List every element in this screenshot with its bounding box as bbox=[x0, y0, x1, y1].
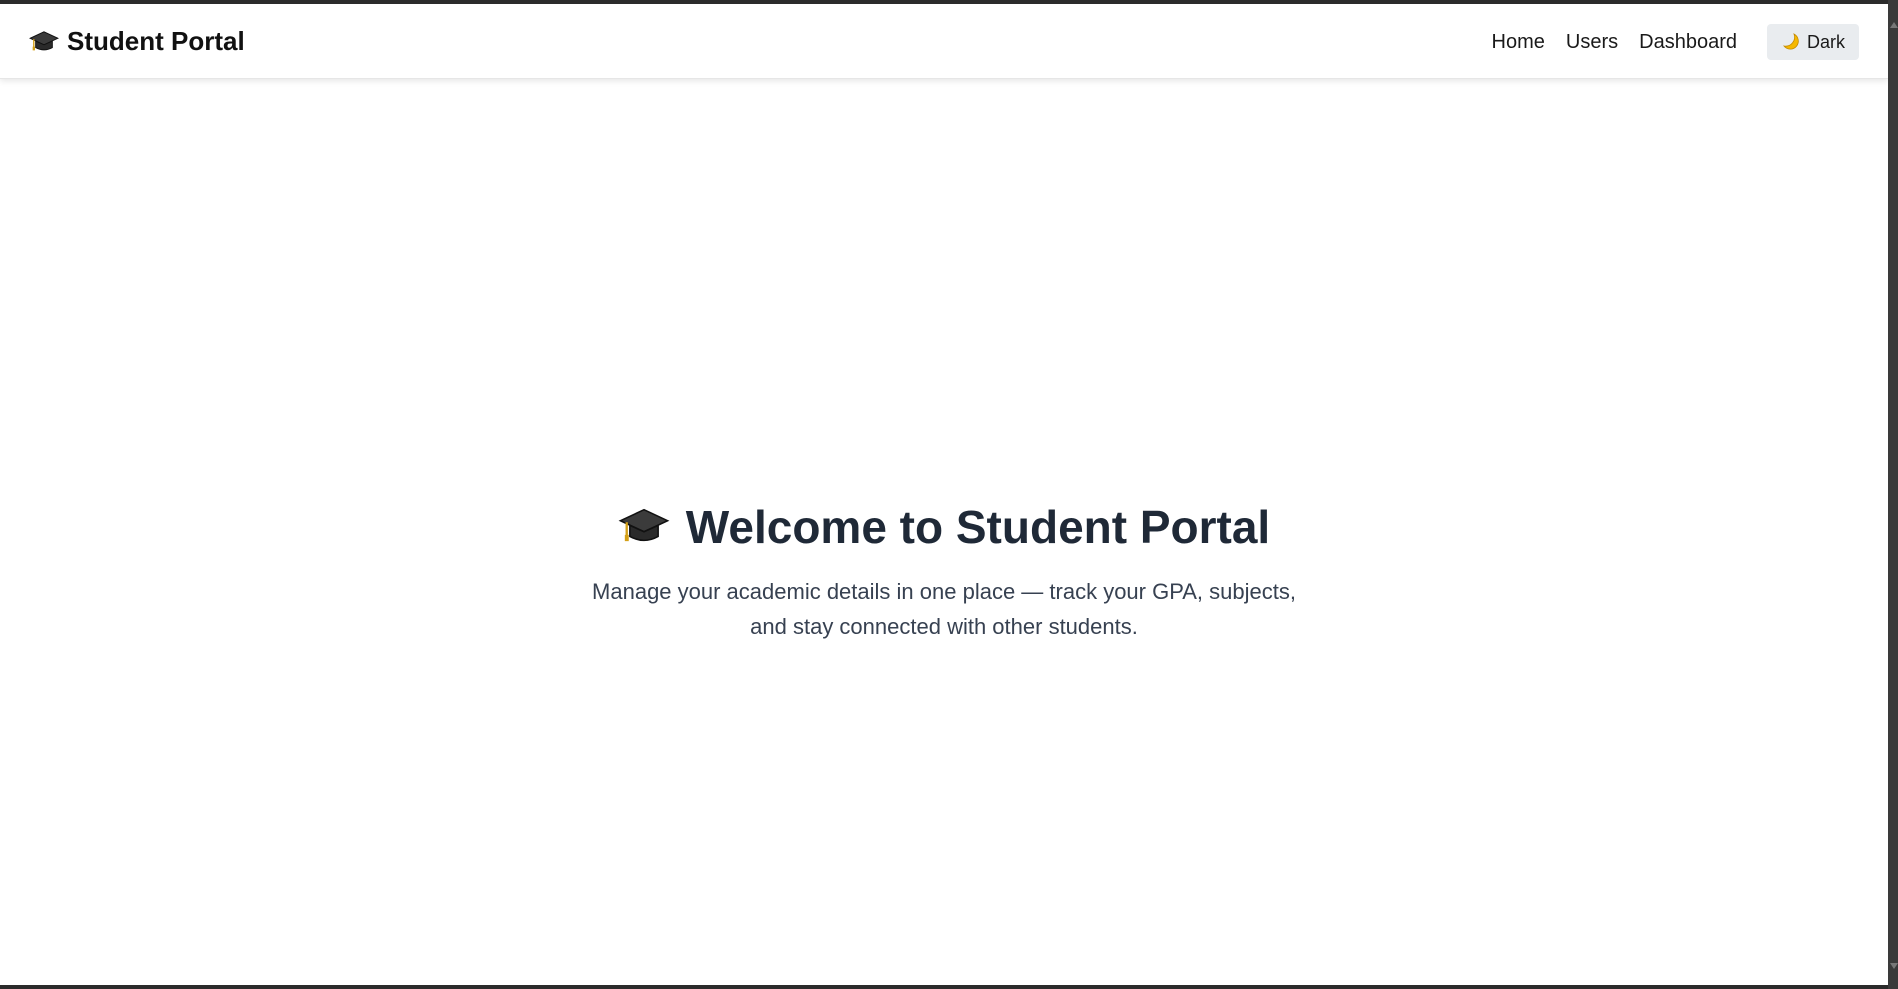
nav-link-home[interactable]: Home bbox=[1492, 31, 1545, 54]
navbar: Student Portal Home Users Dashboard Dark bbox=[0, 4, 1888, 79]
nav-link-users[interactable]: Users bbox=[1566, 31, 1618, 54]
graduation-cap-icon bbox=[618, 508, 670, 542]
brand-title: Student Portal bbox=[67, 26, 245, 56]
scroll-down-icon[interactable] bbox=[1890, 963, 1898, 969]
graduation-cap-icon bbox=[29, 30, 59, 50]
browser-viewport: Student Portal Home Users Dashboard Dark… bbox=[0, 4, 1888, 985]
moon-icon bbox=[1783, 33, 1799, 50]
hero-title: Welcome to Student Portal bbox=[618, 500, 1270, 554]
scroll-up-icon[interactable] bbox=[1890, 22, 1898, 28]
nav-link-dashboard[interactable]: Dashboard bbox=[1639, 31, 1737, 54]
brand[interactable]: Student Portal bbox=[29, 26, 245, 57]
window-edge-scrollbar[interactable] bbox=[1888, 0, 1898, 989]
dark-mode-toggle-label: Dark bbox=[1806, 31, 1845, 52]
hero-title-text: Welcome to Student Portal bbox=[685, 501, 1271, 553]
hero-section: Welcome to Student Portal Manage your ac… bbox=[0, 500, 1888, 644]
dark-mode-toggle-button[interactable]: Dark bbox=[1766, 24, 1859, 60]
hero-subtitle: Manage your academic details in one plac… bbox=[592, 579, 1296, 639]
nav-links: Home Users Dashboard Dark bbox=[1492, 24, 1859, 60]
